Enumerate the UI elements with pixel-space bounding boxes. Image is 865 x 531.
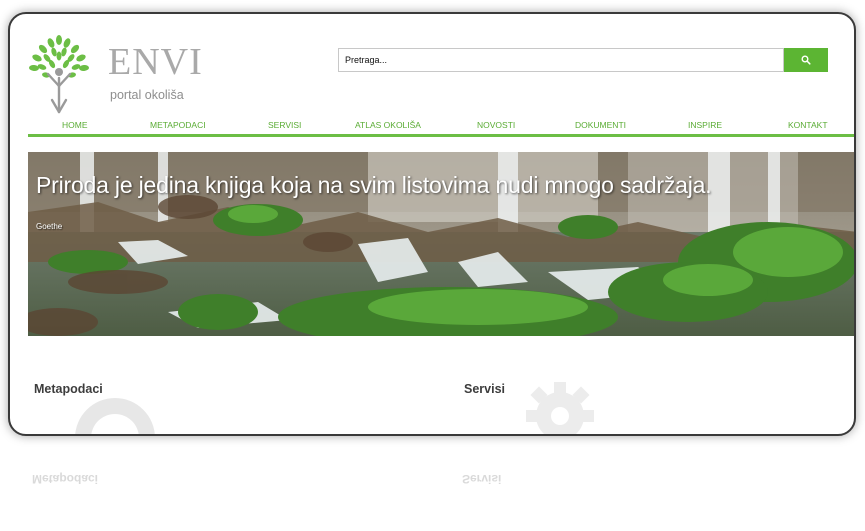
nav-home[interactable]: HOME [62,120,88,130]
nav-servisi[interactable]: SERVISI [268,120,301,130]
logo[interactable]: ENVI portal okoliša [24,34,202,114]
reflection-servisi: Servisi [462,472,502,486]
nav-inspire[interactable]: INSPIRE [688,120,722,130]
hero-banner: Priroda je jedina knjiga koja na svim li… [28,152,854,336]
nav-dokumenti[interactable]: DOKUMENTI [575,120,626,130]
gear-icon [526,382,594,434]
brand-name: ENVI [108,41,203,83]
faded-background-icon [75,398,155,434]
hero-author: Goethe [36,222,63,231]
search-button[interactable] [784,48,828,72]
search-icon [801,55,811,65]
hero-quote: Priroda je jedina knjiga koja na svim li… [36,172,712,198]
brand-tagline: portal okoliša [110,88,184,102]
nav-kontakt[interactable]: KONTAKT [788,120,828,130]
page-window: ENVI portal okoliša HOME METAPODACI SERV… [8,12,856,436]
search-bar [338,48,828,72]
nav-metapodaci[interactable]: METAPODACI [150,120,206,130]
search-input[interactable] [338,48,784,72]
page-reflection: Metapodaci Servisi [8,440,856,531]
nav-atlas-okolisa[interactable]: ATLAS OKOLIŠA [355,120,421,130]
reflection-metapodaci: Metapodaci [32,472,99,486]
tree-logo-icon [29,35,89,114]
section-title-servisi[interactable]: Servisi [464,382,505,396]
section-title-metapodaci[interactable]: Metapodaci [34,382,103,396]
nav-novosti[interactable]: NOVOSTI [477,120,515,130]
nav-underline [28,134,854,137]
